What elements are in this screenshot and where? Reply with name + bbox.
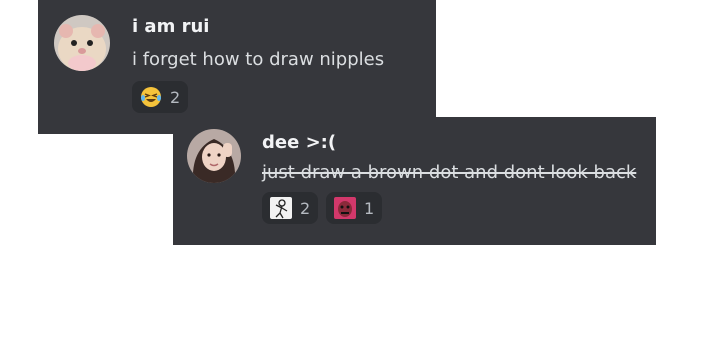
message-text: just draw a brown dot and dont look back	[262, 162, 637, 183]
pink-face-emoji-icon	[334, 197, 356, 219]
reaction-count: 2	[170, 87, 181, 107]
message-text: i forget how to draw nipples	[132, 49, 385, 70]
reaction-laughing[interactable]: 2	[132, 81, 189, 113]
girl-photo-avatar[interactable]	[187, 129, 241, 183]
reaction-count: 2	[300, 198, 311, 218]
hamster-avatar[interactable]	[54, 15, 110, 71]
message-card-rui: i am rui i forget how to draw nipples 2	[38, 0, 436, 134]
reaction-count: 1	[364, 198, 375, 218]
reaction-pink-face[interactable]: 1	[326, 192, 383, 224]
message-card-dee: dee >:( just draw a brown dot and dont l…	[173, 117, 656, 245]
username[interactable]: i am rui	[132, 16, 209, 37]
sketch-figure-emoji-icon	[270, 197, 292, 219]
laughing-crying-emoji-icon	[141, 87, 161, 107]
reaction-sketch-figure[interactable]: 2	[262, 192, 319, 224]
username[interactable]: dee >:(	[262, 132, 336, 153]
